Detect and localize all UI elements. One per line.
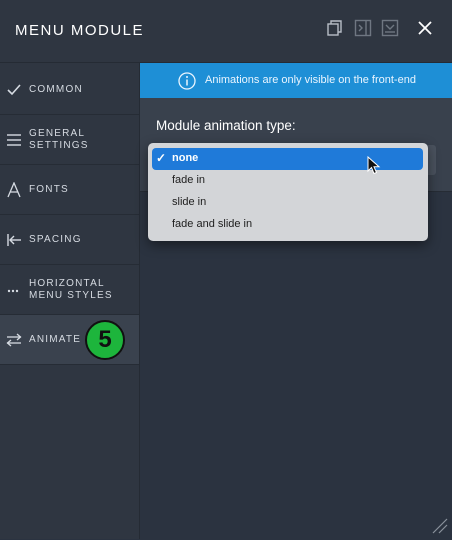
info-notice-bar: Animations are only visible on the front…: [140, 63, 452, 98]
animation-type-dropdown-menu: ✓ none fade in slide in fade and slide i…: [148, 143, 428, 241]
duplicate-icon[interactable]: [326, 19, 346, 39]
option-none[interactable]: ✓ none: [152, 148, 423, 170]
settings-sidebar: COMMON GENERAL SETTINGS FONTS SPACING HO…: [0, 63, 140, 539]
menu-lines-icon: [6, 132, 22, 148]
mouse-cursor-icon: [367, 155, 381, 176]
info-notice-text: Animations are only visible on the front…: [205, 74, 416, 86]
sidebar-item-label: COMMON: [29, 83, 83, 95]
arrow-left-bar-icon: [6, 232, 22, 248]
checkmark-icon: ✓: [156, 151, 167, 165]
ellipsis-icon: [6, 282, 22, 298]
sidebar-item-label: HORIZONTAL MENU STYLES: [29, 277, 113, 301]
check-icon: [6, 82, 22, 98]
save-icon[interactable]: [381, 19, 401, 39]
option-fade-in[interactable]: fade in: [152, 170, 423, 192]
option-fade-and-slide-in[interactable]: fade and slide in: [152, 214, 423, 236]
modal-title: MENU MODULE: [15, 22, 145, 39]
sidebar-item-label: GENERAL SETTINGS: [29, 127, 89, 151]
modal-header: MENU MODULE: [0, 0, 452, 63]
sidebar-item-fonts[interactable]: FONTS: [0, 165, 139, 215]
sidebar-item-label: SPACING: [29, 233, 82, 245]
sidebar-item-label: FONTS: [29, 183, 69, 195]
animation-type-label: Module animation type:: [156, 118, 296, 133]
close-icon[interactable]: [416, 19, 436, 39]
sidebar-item-general-settings[interactable]: GENERAL SETTINGS: [0, 115, 139, 165]
resize-handle-icon[interactable]: [431, 517, 449, 535]
sidebar-item-horizontal-menu-styles[interactable]: HORIZONTAL MENU STYLES: [0, 265, 139, 315]
swap-arrows-icon: [6, 332, 22, 348]
option-slide-in[interactable]: slide in: [152, 192, 423, 214]
sidebar-item-common[interactable]: COMMON: [0, 65, 139, 115]
info-icon: [178, 72, 196, 90]
main-panel: Animations are only visible on the front…: [140, 63, 452, 539]
expand-panel-icon[interactable]: [354, 19, 374, 39]
sidebar-item-spacing[interactable]: SPACING: [0, 215, 139, 265]
step-number-badge: 5: [85, 320, 125, 360]
font-a-icon: [6, 181, 22, 198]
